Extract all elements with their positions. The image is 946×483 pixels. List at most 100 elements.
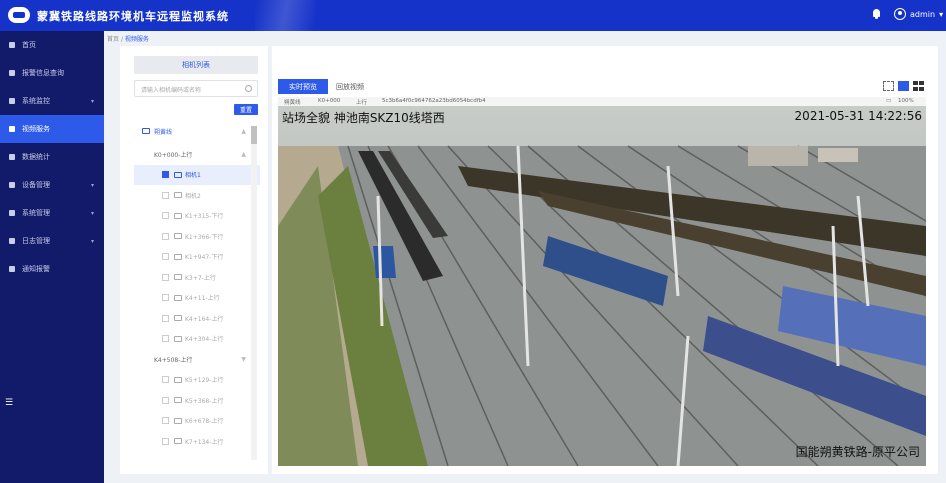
user-menu[interactable]: admin ▾ [894,8,943,20]
camera-tree-item[interactable]: K4+11-上行 [134,288,260,309]
tree-toggle-icon[interactable]: ▲ [241,151,246,158]
sidebar-item-label: 首页 [22,41,36,49]
sidebar-item-label: 系统管理 [22,209,50,217]
camera-tree-item[interactable]: K5+368-上行 [134,390,260,411]
camera-tree-item[interactable]: 相机1 [134,164,260,185]
camera-tree-item[interactable]: K6+678-上行 [134,411,260,432]
user-avatar-icon [894,8,906,20]
checkbox[interactable] [162,273,169,281]
username: admin [910,9,936,19]
sidebar-item-5[interactable]: 设备管理 ▾ [0,171,104,199]
railway-logo-icon [8,7,30,23]
camera-search-input[interactable]: 请输入相机编码或名称 [134,80,258,97]
camera-tree-root[interactable]: 朔黄线 ▲ [134,118,260,144]
tree-scrollbar[interactable] [251,126,257,460]
sidebar-item-label: 日志管理 [22,237,50,245]
checkbox[interactable] [162,191,169,199]
checkbox[interactable] [162,314,169,322]
osd-company: 国能朔黄铁路-原平公司 [795,445,920,459]
camera-icon [174,233,182,240]
camera-icon [174,376,182,383]
checkbox[interactable] [162,232,169,240]
single-view-icon[interactable] [898,81,909,91]
checkbox[interactable] [162,171,169,179]
search-icon[interactable] [245,85,252,92]
breadcrumb-current: 视频服务 [124,36,149,43]
notice-icon [9,266,15,272]
tree-item-label: K4+164-上行 [185,315,224,323]
camera-tree-item[interactable]: K7+134-上行 [134,431,260,452]
tree-scrollbar-thumb[interactable] [251,126,257,144]
sidebar-item-2[interactable]: 系统监控 ▾ [0,87,104,115]
checkbox[interactable] [162,253,169,261]
sidebar-item-6[interactable]: 系统管理 ▾ [0,199,104,227]
sidebar-item-label: 视频服务 [22,125,50,133]
camera-icon [174,171,182,178]
fullscreen-icon[interactable] [883,81,894,91]
camera-tree-item[interactable]: K5+129-上行 [134,370,260,391]
checkbox[interactable] [162,212,169,220]
camera-tree-item[interactable]: K4+304-上行 [134,329,260,350]
camera-icon [174,212,182,219]
camera-tree-item[interactable]: K4+164-上行 [134,308,260,329]
camera-tree: 朔黄线 ▲ K0+000-上行 ▲ 相机1 相机2 K1+315-下行 K1+366-下行 K1… [134,118,260,462]
sidebar-item-1[interactable]: 报警信息查询 [0,59,104,87]
breadcrumb-home[interactable]: 首页 [107,36,119,43]
tree-item-label: K0+000-上行 [154,151,193,159]
camera-tree-item[interactable]: K1+315-下行 [134,206,260,227]
tree-item-label: K6+678-上行 [185,418,224,426]
info-direction: 上行 [356,100,368,106]
camera-icon [174,294,182,301]
alarm-icon [9,70,15,76]
settings-icon [9,210,15,216]
sidebar-item-8[interactable]: 通知报警 [0,255,104,283]
video-feed[interactable]: 站场全貌 神池南SKZ10线塔西 2021-05-31 14:22:56 国能朔… [278,106,926,466]
log-icon [9,238,15,244]
checkbox[interactable] [162,376,169,384]
railyard-scene-image [278,106,926,466]
camera-icon [174,274,182,281]
bell-icon[interactable] [872,9,881,19]
tree-toggle-icon[interactable]: ▲ [241,128,246,135]
reset-button[interactable]: 重置 [234,104,258,115]
sidebar-item-4[interactable]: 数据统计 [0,143,104,171]
info-station: K0+000 [318,98,341,104]
checkbox[interactable] [162,417,169,425]
checkbox[interactable] [162,396,169,404]
camera-icon [174,315,182,322]
tree-item-label: K1+315-下行 [185,213,224,221]
tab-playback[interactable]: 回放视频 [336,79,364,94]
device-icon [9,182,15,188]
camera-tree-item[interactable]: 相机2 [134,185,260,206]
sidebar-item-label: 数据统计 [22,153,50,161]
camera-tree-item[interactable]: K3+7-上行 [134,267,260,288]
sidebar-item-0[interactable]: 首页 [0,31,104,59]
tab-camera-list[interactable]: 相机列表 [134,56,258,74]
camera-list-panel: 相机列表 请输入相机编码或名称 重置 朔黄线 ▲ K0+000-上行 ▲ 相机1 相机2 K… [120,46,268,474]
checkbox[interactable] [162,335,169,343]
camera-small-icon: ▭ [886,98,892,104]
sidebar-item-3[interactable]: 视频服务 [0,115,104,143]
breadcrumb: 首页 / 视频服务 [107,34,149,43]
camera-tree-item[interactable]: K1+947-下行 [134,247,260,268]
tree-toggle-icon[interactable]: ▼ [241,356,246,363]
camera-icon [174,397,182,404]
camera-tree-group[interactable]: K4+508-上行 ▼ [134,349,260,370]
quad-view-icon[interactable] [913,81,924,91]
camera-icon [174,417,182,424]
tree-item-label: K5+129-上行 [185,377,224,385]
camera-tree-item[interactable]: K1+366-下行 [134,226,260,247]
checkbox[interactable] [162,437,169,445]
sidebar-item-7[interactable]: 日志管理 ▾ [0,227,104,255]
tree-item-label: K1+947-下行 [185,254,224,262]
info-stream-id: 5c3b6a4f0c964762a23bd6054bcdfb4 [382,98,486,104]
search-placeholder: 请输入相机编码或名称 [141,87,202,94]
tree-item-label: K5+368-上行 [185,397,224,405]
tree-item-label: 朔黄线 [154,128,173,136]
camera-icon [174,253,182,260]
checkbox[interactable] [162,294,169,302]
menu-collapse-icon[interactable]: ☰ [5,398,13,408]
tab-live-preview[interactable]: 实时预览 [278,79,328,94]
tree-item-label: K4+11-上行 [185,295,220,303]
camera-tree-group[interactable]: K0+000-上行 ▲ [134,144,260,165]
